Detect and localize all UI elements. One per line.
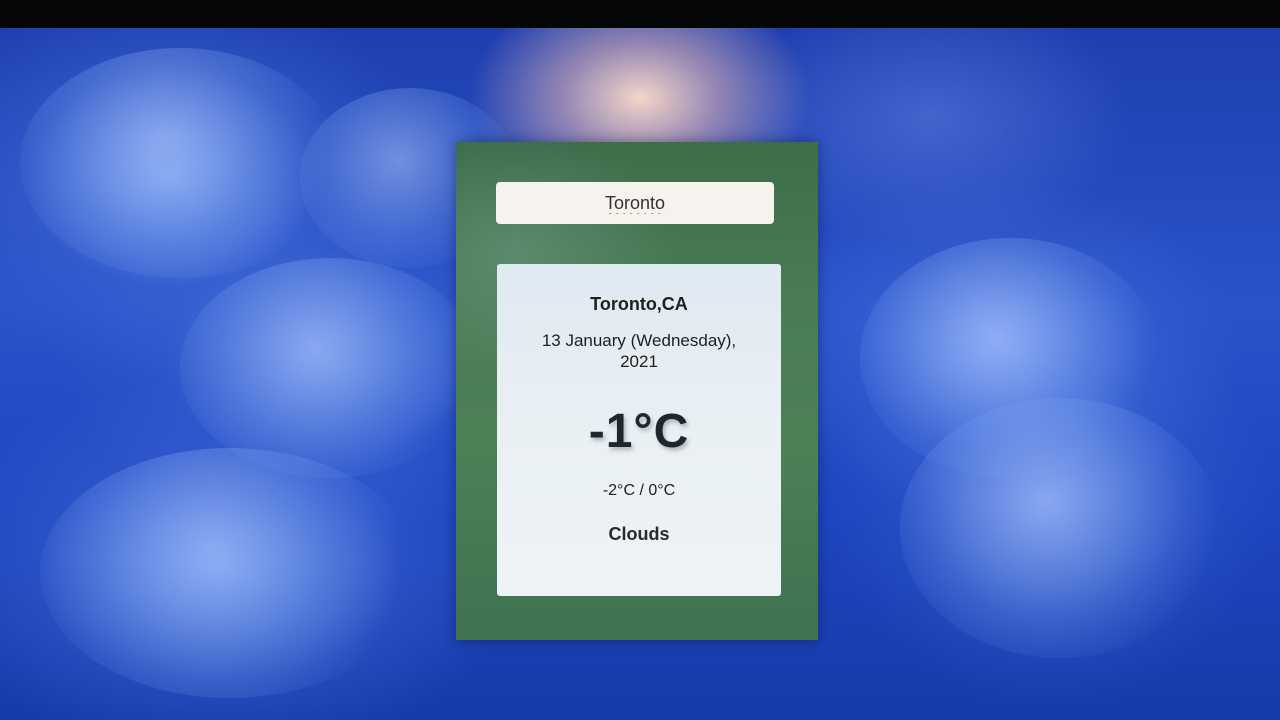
city-search-input[interactable]	[496, 182, 774, 224]
cloud-decoration	[900, 398, 1220, 658]
location-label: Toronto,CA	[590, 294, 688, 314]
cloud-decoration	[40, 448, 420, 698]
cloud-decoration	[860, 238, 1160, 478]
date-label: 13 January (Wednesday), 2021	[541, 331, 737, 371]
temperature-range: -2°C / 0°C	[602, 482, 676, 499]
cloud-decoration	[20, 48, 340, 278]
weather-condition: Clouds	[608, 524, 670, 544]
cloud-decoration	[180, 258, 480, 478]
weather-card: Toronto,CA 13 January (Wednesday), 2021 …	[497, 264, 781, 596]
weather-widget: Toronto,CA 13 January (Wednesday), 2021 …	[456, 142, 818, 640]
current-temperature: -1°C	[588, 405, 690, 458]
sky-background: Toronto,CA 13 January (Wednesday), 2021 …	[0, 28, 1280, 720]
